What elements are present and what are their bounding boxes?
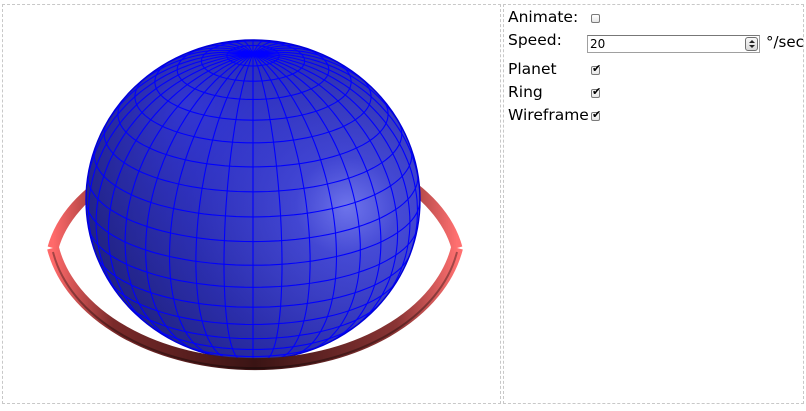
controls-panel: Animate: Speed: 20 °/sec Planet ✔ Ring ✔… xyxy=(503,4,804,404)
wireframe-label: Wireframe xyxy=(508,106,589,124)
checkmark-icon: ✔ xyxy=(592,62,602,75)
speed-value: 20 xyxy=(590,37,606,51)
ring-label: Ring xyxy=(508,83,543,101)
speed-row: Speed: xyxy=(508,29,562,51)
speed-label: Speed: xyxy=(508,31,562,49)
planet-label: Planet xyxy=(508,60,557,78)
ring-row: Ring xyxy=(508,81,543,103)
render-viewport[interactable] xyxy=(2,4,501,404)
ring-checkbox[interactable]: ✔ xyxy=(591,85,602,98)
planet-row: Planet xyxy=(508,58,557,80)
spin-up-icon[interactable] xyxy=(749,40,755,43)
planet-sphere xyxy=(85,39,421,361)
scene-canvas[interactable] xyxy=(3,5,501,404)
animate-row: Animate: xyxy=(508,6,578,28)
checkmark-icon: ✔ xyxy=(592,108,602,121)
planet-checkbox[interactable]: ✔ xyxy=(591,62,602,75)
animate-label: Animate: xyxy=(508,8,579,26)
speed-spinner[interactable] xyxy=(745,37,758,51)
wireframe-row: Wireframe xyxy=(508,104,589,126)
wireframe-checkbox[interactable]: ✔ xyxy=(591,108,602,121)
checkmark-icon: ✔ xyxy=(592,85,602,98)
speed-unit: °/sec xyxy=(766,33,804,51)
speed-input[interactable]: 20 xyxy=(587,35,760,53)
spin-down-icon[interactable] xyxy=(749,45,755,48)
animate-checkbox[interactable] xyxy=(591,14,600,23)
